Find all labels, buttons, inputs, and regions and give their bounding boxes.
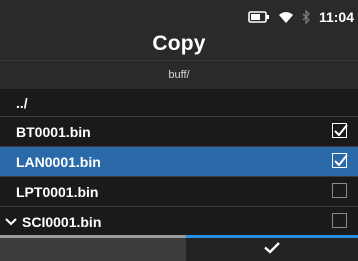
list-item[interactable]: BT0001.bin: [0, 117, 358, 147]
wifi-icon: [278, 10, 294, 24]
file-checkbox[interactable]: [332, 213, 347, 228]
list-item-label: BT0001.bin: [16, 123, 91, 140]
list-item-parent-directory[interactable]: ../: [0, 89, 358, 117]
list-item-label: LAN0001.bin: [16, 153, 101, 170]
file-checkbox[interactable]: [332, 153, 348, 168]
list-item-label: ../: [16, 94, 28, 111]
battery-icon: [248, 11, 270, 23]
page-title: Copy: [152, 32, 206, 55]
file-checkbox[interactable]: [332, 183, 347, 198]
current-path: buff/: [0, 60, 358, 89]
clock-time: 11:04: [318, 9, 354, 25]
list-item-selected[interactable]: LAN0001.bin: [0, 147, 358, 177]
list-item-label: SCI0001.bin: [22, 213, 102, 230]
bottom-bar: [0, 235, 358, 261]
copy-screen: 11:04 Copy buff/ ../ BT0001.bin LAN0001.…: [0, 0, 358, 261]
confirm-button[interactable]: [186, 235, 358, 261]
list-item[interactable]: SCI0001.bin: [0, 207, 358, 237]
file-checkbox[interactable]: [332, 123, 348, 138]
checkmark-icon: [263, 241, 281, 259]
back-button[interactable]: [0, 235, 186, 261]
list-item-label: LPT0001.bin: [16, 183, 99, 200]
header: 11:04 Copy: [0, 0, 358, 60]
bluetooth-icon: [302, 10, 311, 24]
file-list: ../ BT0001.bin LAN0001.bin LPT0001.bin S…: [0, 89, 358, 237]
chevron-down-icon: [0, 217, 19, 226]
status-bar: 11:04: [248, 6, 354, 28]
list-item[interactable]: LPT0001.bin: [0, 177, 358, 207]
